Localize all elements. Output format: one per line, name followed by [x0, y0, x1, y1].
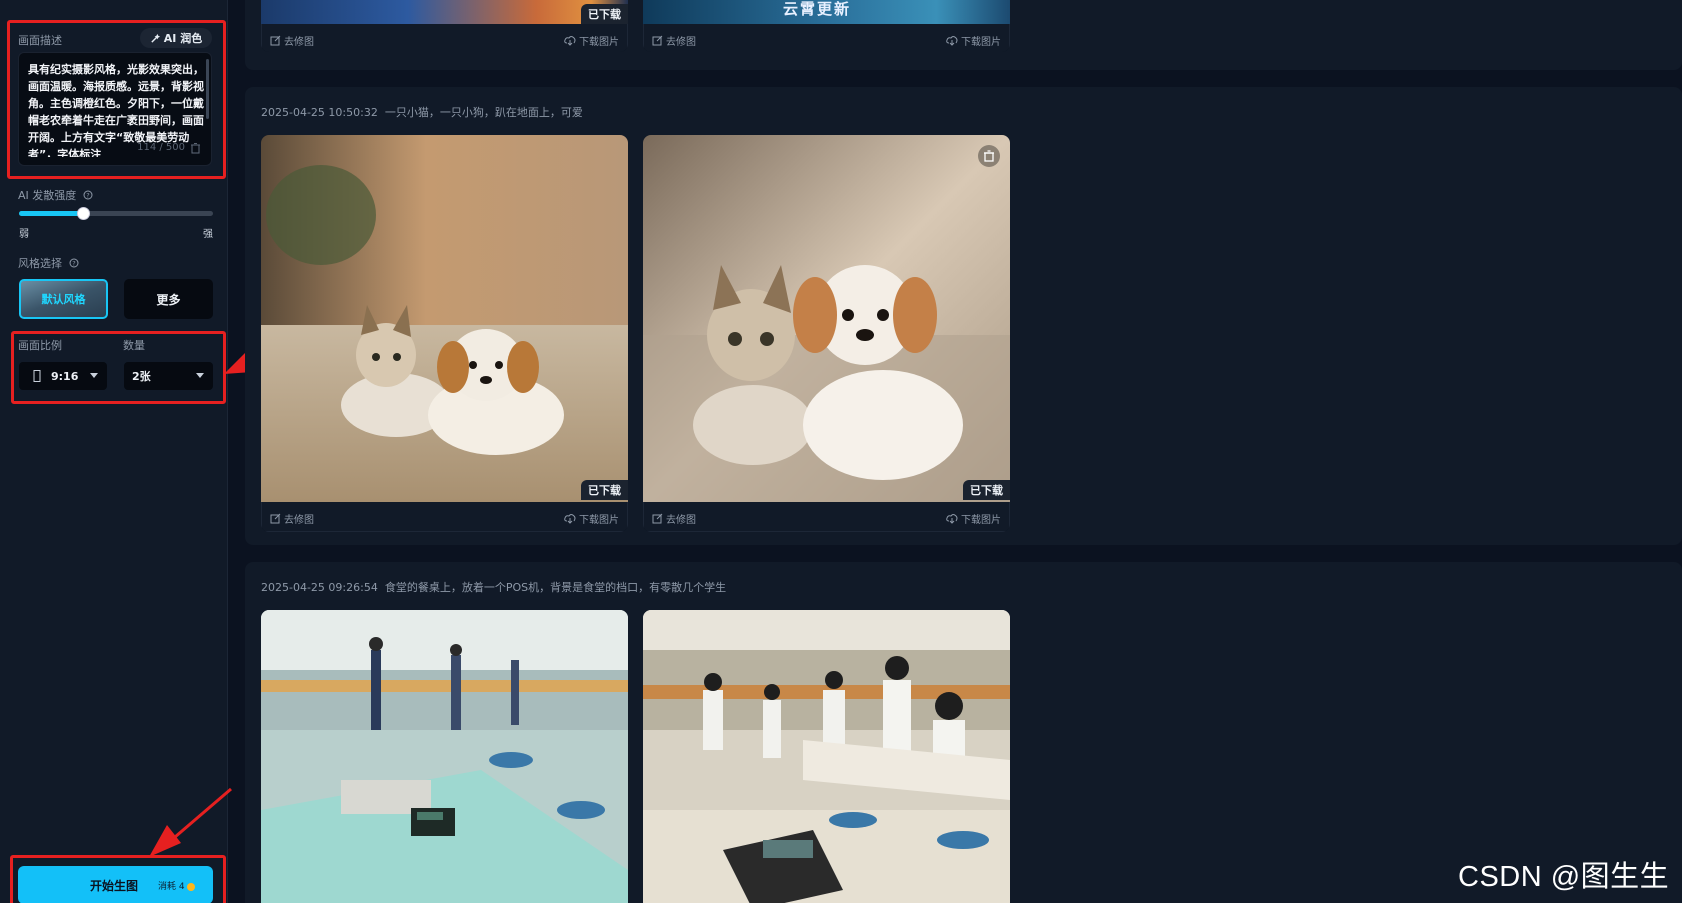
download-link[interactable]: 下载图片 [564, 33, 619, 48]
style-default-label: 默认风格 [41, 293, 86, 306]
banner-text: 云霄更新 [783, 0, 852, 18]
ai-color-button[interactable]: AI 润色 [140, 28, 212, 48]
ratio-label: 画面比例 [18, 339, 62, 352]
cloud-download-icon [564, 36, 576, 46]
count-label: 数量 [123, 339, 145, 352]
download-link[interactable]: 下载图片 [564, 511, 619, 526]
retouch-link[interactable]: 去修图 [270, 511, 314, 526]
delete-trash-icon[interactable] [978, 145, 1000, 167]
tile-footer: 去修图 下载图片 [261, 24, 628, 52]
help-icon[interactable]: ? [83, 190, 93, 200]
tile-footer: 去修图 下载图片 [261, 502, 628, 532]
image-tile[interactable]: 云霄更新 去修图 下载图片 [643, 0, 1010, 52]
style-more-button[interactable]: 更多 [124, 279, 213, 319]
retouch-link[interactable]: 去修图 [652, 511, 696, 526]
image-tile[interactable]: 已下载 去修图 下载图片 [261, 135, 628, 532]
download-label: 下载图片 [579, 515, 619, 526]
svg-text:?: ? [86, 192, 89, 200]
style-label-text: 风格选择 [18, 257, 62, 270]
generate-cost: 消耗 4 [158, 879, 195, 892]
strength-label-text: AI 发散强度 [18, 189, 77, 202]
strength-label: AI 发散强度 ? [18, 187, 93, 203]
image-tile[interactable]: 已下载 去修图 下载图片 [643, 135, 1010, 532]
generated-image-kitten-puppy[interactable] [261, 135, 628, 502]
edit-icon [270, 35, 281, 46]
ratio-value: 9:16 [51, 369, 79, 383]
edit-icon [652, 513, 663, 524]
group-header: 2025-04-25 09:26:54 食堂的餐桌上，放着一个POS机，背景是食… [261, 579, 726, 595]
cloud-download-icon [946, 36, 958, 46]
ai-color-label: AI 润色 [163, 32, 203, 45]
timestamp: 2025-04-25 10:50:32 [261, 106, 378, 119]
generated-image-kitten-puppy[interactable] [643, 135, 1010, 502]
tile-footer: 去修图 下载图片 [643, 24, 1010, 52]
retouch-link[interactable]: 去修图 [270, 33, 314, 48]
clear-trash-icon[interactable] [190, 142, 201, 154]
prompt-text: 食堂的餐桌上，放着一个POS机，背景是食堂的档口，有零散几个学生 [384, 581, 727, 594]
generated-image-cafeteria[interactable] [643, 610, 1010, 903]
image-tile[interactable]: 已下载 去修图 下载图片 [261, 0, 628, 52]
strength-min-label: 弱 [19, 229, 29, 240]
image-tile[interactable] [643, 610, 1010, 903]
result-group-top: 已下载 去修图 下载图片 云霄更新 去修图 下载图片 [245, 0, 1682, 70]
download-label: 下载图片 [961, 515, 1001, 526]
result-group-1: 2025-04-25 10:50:32 一只小猫，一只小狗，趴在地面上，可爱 已… [245, 87, 1682, 545]
download-label: 下载图片 [961, 37, 1001, 48]
svg-text:?: ? [72, 260, 75, 268]
count-value: 2张 [132, 370, 151, 383]
edit-icon [652, 35, 663, 46]
download-label: 下载图片 [579, 37, 619, 48]
retouch-label: 去修图 [666, 37, 696, 48]
textarea-scrollbar[interactable] [206, 59, 209, 119]
description-textarea[interactable]: 具有纪实摄影风格，光影效果突出，画面温暖。海报质感。远景，背影视角。主色调橙红色… [18, 52, 212, 166]
strength-slider[interactable] [19, 207, 213, 220]
downloaded-badge: 已下载 [963, 480, 1010, 500]
watermark: CSDN @图生生 [1458, 861, 1670, 893]
image-tile[interactable] [261, 610, 628, 903]
generate-button[interactable]: 开始生图 消耗 4 [18, 866, 213, 903]
retouch-label: 去修图 [666, 515, 696, 526]
char-counter: 114 / 500 [137, 142, 185, 153]
help-icon[interactable]: ? [69, 258, 79, 268]
downloaded-badge: 已下载 [581, 4, 628, 24]
slider-fill [19, 211, 84, 216]
download-link[interactable]: 下载图片 [946, 511, 1001, 526]
download-link[interactable]: 下载图片 [946, 33, 1001, 48]
timestamp: 2025-04-25 09:26:54 [261, 581, 378, 594]
cloud-download-icon [564, 514, 576, 524]
tile-footer: 去修图 下载图片 [643, 502, 1010, 532]
sidebar: 画面描述 AI 润色 具有纪实摄影风格，光影效果突出，画面温暖。海报质感。远景，… [0, 0, 228, 903]
style-label: 风格选择 ? [18, 255, 79, 271]
chevron-down-icon [196, 373, 204, 378]
style-default-thumbnail[interactable]: 默认风格 [19, 279, 108, 319]
result-group-2: 2025-04-25 09:26:54 食堂的餐桌上，放着一个POS机，背景是食… [245, 562, 1682, 903]
edit-icon [270, 513, 281, 524]
generate-label: 开始生图 [90, 879, 139, 893]
strength-max-label: 强 [203, 229, 213, 240]
retouch-label: 去修图 [284, 515, 314, 526]
retouch-label: 去修图 [284, 37, 314, 48]
generated-image[interactable] [261, 0, 628, 26]
count-select[interactable]: 2张 [124, 362, 213, 390]
chevron-down-icon [90, 373, 98, 378]
group-header: 2025-04-25 10:50:32 一只小猫，一只小狗，趴在地面上，可爱 [261, 104, 583, 120]
coin-icon [186, 882, 195, 891]
generate-cost-text: 消耗 4 [158, 882, 185, 892]
portrait-ratio-icon [33, 370, 41, 382]
description-label: 画面描述 [18, 34, 62, 47]
ratio-select[interactable]: 9:16 [19, 362, 107, 390]
retouch-link[interactable]: 去修图 [652, 33, 696, 48]
generated-image-cafeteria[interactable] [261, 610, 628, 903]
cloud-download-icon [946, 514, 958, 524]
prompt-text: 一只小猫，一只小狗，趴在地面上，可爱 [384, 106, 583, 119]
magic-wand-icon [151, 33, 160, 43]
slider-handle[interactable] [77, 207, 91, 220]
downloaded-badge: 已下载 [581, 480, 628, 500]
